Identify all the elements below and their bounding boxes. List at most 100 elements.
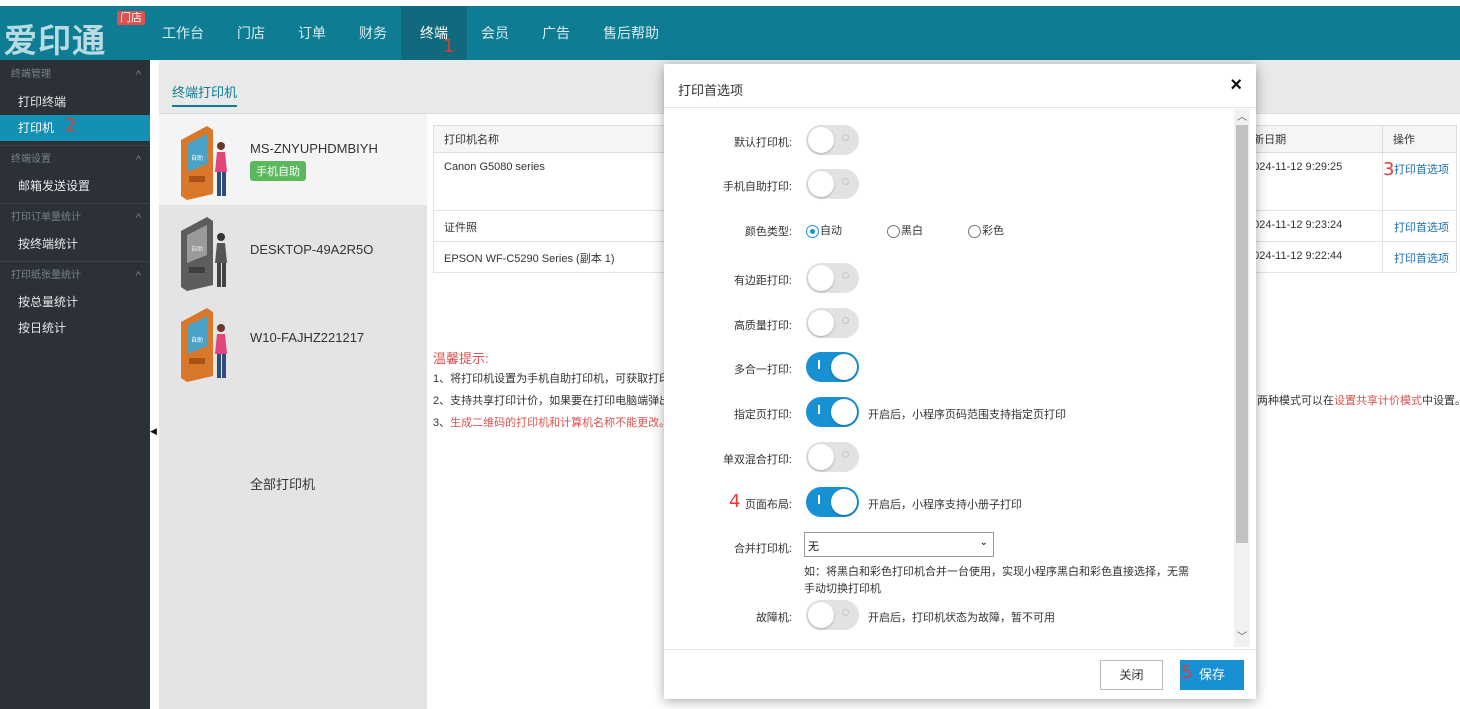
device-item[interactable]: 自助 MS-ZNYUPHDMBIYH 手机自助 xyxy=(159,114,427,205)
scroll-up-icon[interactable]: ︿ xyxy=(1234,111,1250,125)
sidebar-group-label: 打印纸张量统计 xyxy=(11,270,81,281)
field-label: 高质量打印: xyxy=(733,320,792,332)
duplex-mix-toggle[interactable] xyxy=(806,442,859,472)
high-quality-toggle[interactable] xyxy=(806,308,859,338)
field-fault: 故障机: 开启后，打印机状态为故障，暂不可用 xyxy=(664,600,1234,630)
nav-members[interactable]: 会员 xyxy=(469,6,521,60)
field-hint: 开启后，小程序支持小册子打印 xyxy=(868,499,1022,511)
nav-workbench[interactable]: 工作台 xyxy=(150,6,216,60)
merge-printer-note: 如：将黑白和彩色打印机合并一台使用，实现小程序黑白和彩色直接选择，无需手动切换打… xyxy=(804,566,1189,595)
sidebar-item-by-terminal[interactable]: 按终端统计 xyxy=(0,231,150,257)
store-badge: 门店 xyxy=(117,11,145,25)
toggle-knob xyxy=(808,310,834,336)
sidebar: 终端管理 ^ 打印终端 打印机 终端设置 ^ 邮箱发送设置 打印订单量统计 ^ 按终端… xyxy=(0,60,150,709)
nav-store[interactable]: 门店 xyxy=(225,6,277,60)
annotation-4: 4 xyxy=(729,491,741,512)
annotation-2: 2 xyxy=(65,115,77,136)
radio-bw[interactable]: 黑白 xyxy=(887,222,923,238)
field-label: 多合一打印: xyxy=(733,364,792,376)
sidebar-item-by-day[interactable]: 按日统计 xyxy=(0,315,150,341)
shared-pricing-link[interactable]: 设置共享计价模式 xyxy=(1334,395,1422,407)
radio-icon xyxy=(806,224,819,238)
annotation-5: 5 xyxy=(1181,662,1193,683)
scroll-down-icon[interactable]: ﹀ xyxy=(1234,631,1250,645)
field-label: 手机自助打印: xyxy=(722,181,792,193)
toggle-off-icon xyxy=(842,451,849,458)
field-hint: 开启后，打印机状态为故障，暂不可用 xyxy=(868,612,1055,624)
field-label: 指定页打印: xyxy=(733,409,792,421)
device-name: W10-FAJHZ221217 xyxy=(250,330,365,345)
print-preferences-link[interactable]: 打印首选项 xyxy=(1394,253,1449,265)
collapse-sidebar-icon[interactable]: ◀ xyxy=(150,423,158,439)
sidebar-item-print-terminal[interactable]: 打印终端 xyxy=(0,89,150,115)
field-label: 单双混合打印: xyxy=(722,454,792,466)
chevron-up-icon: ^ xyxy=(135,154,141,166)
tip-prefix: 3、 xyxy=(433,417,451,429)
field-label: 有边距打印: xyxy=(733,275,792,287)
kiosk-icon: 自助 xyxy=(181,126,227,200)
toggle-knob xyxy=(808,171,834,197)
sidebar-group-terminal-management[interactable]: 终端管理 ^ xyxy=(0,61,150,89)
toggle-knob xyxy=(831,354,857,380)
radio-color[interactable]: 彩色 xyxy=(968,222,1004,238)
kiosk-icon: 自助 xyxy=(181,308,227,382)
nav-finance[interactable]: 财务 xyxy=(347,6,399,60)
sidebar-group-label: 终端管理 xyxy=(11,69,51,80)
tip-line-2-end: 两种模式可以在设置共享计价模式中设置。 xyxy=(1257,392,1460,408)
close-icon[interactable]: × xyxy=(1230,74,1242,97)
toggle-off-icon xyxy=(842,134,849,141)
device-item[interactable]: 自助 W10-FAJHZ221217 xyxy=(159,296,427,387)
toggle-off-icon xyxy=(842,609,849,616)
field-high-quality: 高质量打印: xyxy=(664,308,1234,338)
print-preferences-link[interactable]: 打印首选项 xyxy=(1394,164,1449,176)
close-button[interactable]: 关闭 xyxy=(1100,660,1163,690)
multi-in-one-toggle[interactable] xyxy=(806,352,859,382)
toggle-on-icon xyxy=(818,405,820,414)
field-mobile-self: 手机自助打印: xyxy=(664,169,1234,199)
radio-auto[interactable]: 自动 xyxy=(806,222,842,238)
field-hint: 开启后，小程序页码范围支持指定页打印 xyxy=(868,409,1066,421)
field-label: 颜色类型: xyxy=(744,226,792,238)
page-layout-toggle[interactable] xyxy=(806,487,859,517)
kiosk-icon: 自助 xyxy=(181,217,227,291)
scroll-thumb[interactable] xyxy=(1236,125,1248,543)
default-printer-toggle[interactable] xyxy=(806,125,859,155)
sidebar-group-paper-stats[interactable]: 打印纸张量统计 ^ xyxy=(0,261,150,289)
nav-orders[interactable]: 订单 xyxy=(286,6,338,60)
svg-text:自助: 自助 xyxy=(191,245,203,253)
chevron-up-icon: ^ xyxy=(135,69,141,81)
specified-pages-toggle[interactable] xyxy=(806,397,859,427)
field-label: 默认打印机: xyxy=(733,137,792,149)
all-printers-link[interactable]: 全部打印机 xyxy=(250,474,315,493)
fault-toggle[interactable] xyxy=(806,600,859,630)
nav-support[interactable]: 售后帮助 xyxy=(591,6,671,60)
sidebar-item-by-total[interactable]: 按总量统计 xyxy=(0,289,150,315)
annotation-3: 3 xyxy=(1383,159,1395,180)
tip-text: 两种模式可以在 xyxy=(1257,395,1334,407)
margin-print-toggle[interactable] xyxy=(806,263,859,293)
date-cell: 024-11-12 9:22:44 xyxy=(1252,241,1384,273)
field-default-printer: 默认打印机: xyxy=(664,125,1234,155)
dialog-scrollbar[interactable]: ︿ ﹀ xyxy=(1234,109,1250,647)
radio-label: 彩色 xyxy=(982,225,1004,237)
tab-terminal-printer[interactable]: 终端打印机 xyxy=(172,82,238,107)
sidebar-group-order-stats[interactable]: 打印订单量统计 ^ xyxy=(0,203,150,231)
sidebar-group-terminal-settings[interactable]: 终端设置 ^ xyxy=(0,145,150,173)
toggle-knob xyxy=(808,602,834,628)
field-label: 页面布局: xyxy=(744,499,792,511)
nav-ads[interactable]: 广告 xyxy=(530,6,582,60)
sidebar-item-email-settings[interactable]: 邮箱发送设置 xyxy=(0,173,150,199)
dialog-title: 打印首选项 xyxy=(678,83,744,98)
print-preferences-link[interactable]: 打印首选项 xyxy=(1394,222,1449,234)
dialog-header: 打印首选项 × xyxy=(664,64,1256,108)
device-item[interactable]: 自助 DESKTOP-49A2R5O xyxy=(159,205,427,296)
radio-icon xyxy=(968,224,981,238)
field-label: 合并打印机: xyxy=(733,543,792,555)
mobile-self-toggle[interactable] xyxy=(806,169,859,199)
radio-label: 自动 xyxy=(820,225,842,237)
merge-printer-select[interactable]: 无 ⌄ xyxy=(804,532,994,557)
sidebar-group-label: 打印订单量统计 xyxy=(11,212,81,223)
field-margin-print: 有边距打印: xyxy=(664,263,1234,293)
dialog-body: 默认打印机: 手机自助打印: 颜色类型: 自动 黑白 彩色 有边距打印: 高质量… xyxy=(664,109,1256,649)
nav-terminal[interactable]: 终端 xyxy=(401,6,467,60)
